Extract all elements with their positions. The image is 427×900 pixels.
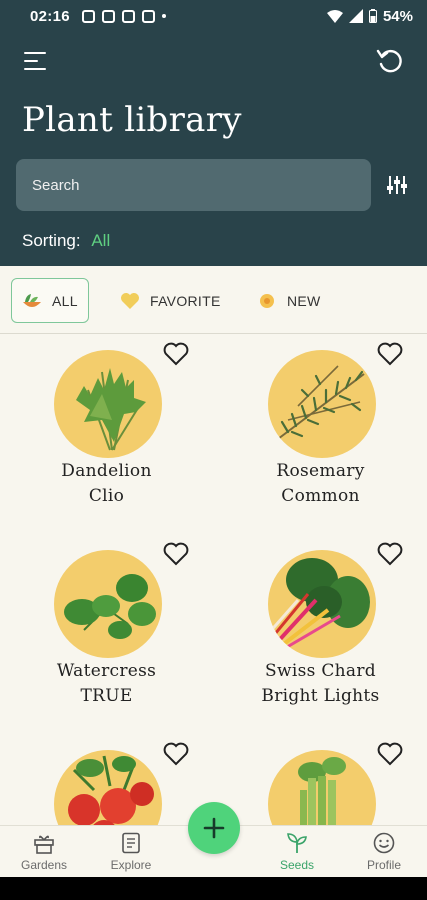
- plant-name: Watercress: [56, 661, 157, 681]
- plant-card[interactable]: Rosemary Common: [214, 335, 427, 535]
- slack-icon: [81, 9, 95, 23]
- menu-line: [24, 60, 38, 62]
- filter-tabs: ALL FAVORITE NEW: [0, 266, 427, 334]
- favorite-heart-icon[interactable]: [376, 341, 404, 367]
- plant-grid: Dandelion Clio Rosemary Common Watercres…: [0, 335, 427, 825]
- menu-line: [24, 68, 46, 70]
- plant-variety: TRUE: [80, 686, 133, 706]
- plant-image: [268, 550, 376, 658]
- dandelion-illustration: [76, 368, 146, 451]
- plant-name: Dandelion: [61, 461, 152, 481]
- plant-image: [54, 750, 162, 825]
- smiley-icon: [373, 832, 395, 854]
- watercress-illustration: [64, 574, 156, 639]
- plant-variety: Common: [281, 486, 360, 506]
- instagram-icon: [141, 9, 155, 23]
- status-bar: 02:16 54%: [0, 0, 427, 32]
- rosemary-illustration: [273, 365, 365, 443]
- search-input[interactable]: [16, 159, 371, 211]
- menu-line: [24, 52, 46, 54]
- vegetables-bowl-icon: [23, 293, 41, 307]
- flower-icon: [260, 293, 274, 308]
- plant-image: [268, 350, 376, 458]
- status-right: 54%: [326, 7, 413, 25]
- app-header: Plant library Sorting: All: [0, 32, 427, 266]
- favorite-heart-icon[interactable]: [162, 541, 190, 567]
- plant-card[interactable]: Dandelion Clio: [0, 335, 213, 535]
- status-time: 02:16: [30, 7, 70, 25]
- nav-label: Seeds: [279, 858, 315, 872]
- page-title: Plant library: [22, 100, 242, 140]
- signal-icon: [348, 9, 363, 23]
- battery-icon: [368, 9, 377, 23]
- plant-variety: Clio: [88, 486, 125, 506]
- swiss-chard-illustration: [268, 558, 370, 652]
- plant-image: [54, 550, 162, 658]
- battery-percent: 54%: [382, 7, 413, 25]
- sprout-icon: [287, 833, 307, 853]
- nav-label: Profile: [366, 858, 401, 872]
- youtube-icon: [121, 9, 135, 23]
- menu-button[interactable]: [24, 50, 50, 72]
- tomato-illustration: [68, 755, 154, 825]
- plus-icon: [203, 817, 225, 839]
- plant-image: [54, 350, 162, 458]
- plant-card[interactable]: [0, 735, 213, 825]
- sorting-value[interactable]: All: [91, 231, 110, 250]
- gift-icon: [34, 835, 54, 854]
- favorite-heart-icon[interactable]: [376, 741, 404, 767]
- favorite-heart-icon[interactable]: [162, 341, 190, 367]
- instagram-icon: [101, 9, 115, 23]
- nav-label: Gardens: [20, 858, 68, 872]
- add-plant-button[interactable]: [188, 802, 240, 854]
- filter-icon[interactable]: [386, 173, 408, 197]
- system-navigation-bar: [0, 877, 427, 900]
- tab-label: FAVORITE: [150, 292, 221, 309]
- nav-label: Explore: [110, 858, 152, 872]
- plant-name: Rosemary: [276, 461, 365, 481]
- plant-card[interactable]: Swiss Chard Bright Lights: [214, 535, 427, 735]
- plant-variety: Bright Lights: [261, 686, 380, 706]
- plant-name: Swiss Chard: [265, 661, 376, 681]
- favorite-heart-icon[interactable]: [376, 541, 404, 567]
- sorting-control[interactable]: Sorting: All: [22, 231, 110, 251]
- heart-icon: [121, 292, 139, 309]
- nav-explore[interactable]: Explore: [88, 832, 174, 872]
- nav-gardens[interactable]: Gardens: [1, 832, 87, 872]
- more-dot-icon: [161, 14, 166, 18]
- plant-card[interactable]: Watercress TRUE: [0, 535, 213, 735]
- nav-profile[interactable]: Profile: [341, 832, 427, 872]
- notification-icons: [81, 9, 166, 23]
- nav-seeds[interactable]: Seeds: [254, 832, 340, 872]
- refresh-icon[interactable]: [375, 46, 405, 76]
- tab-label: ALL: [52, 292, 78, 309]
- tab-label: NEW: [287, 292, 321, 309]
- plant-image: [268, 750, 376, 825]
- plant-card[interactable]: [214, 735, 427, 825]
- celery-illustration: [298, 757, 346, 825]
- favorite-heart-icon[interactable]: [162, 741, 190, 767]
- tab-new[interactable]: NEW: [257, 278, 321, 323]
- wifi-icon: [326, 9, 343, 23]
- tab-favorite[interactable]: FAVORITE: [120, 278, 221, 323]
- document-icon: [122, 832, 140, 854]
- sorting-label: Sorting:: [22, 231, 81, 250]
- tab-all[interactable]: ALL: [11, 278, 89, 323]
